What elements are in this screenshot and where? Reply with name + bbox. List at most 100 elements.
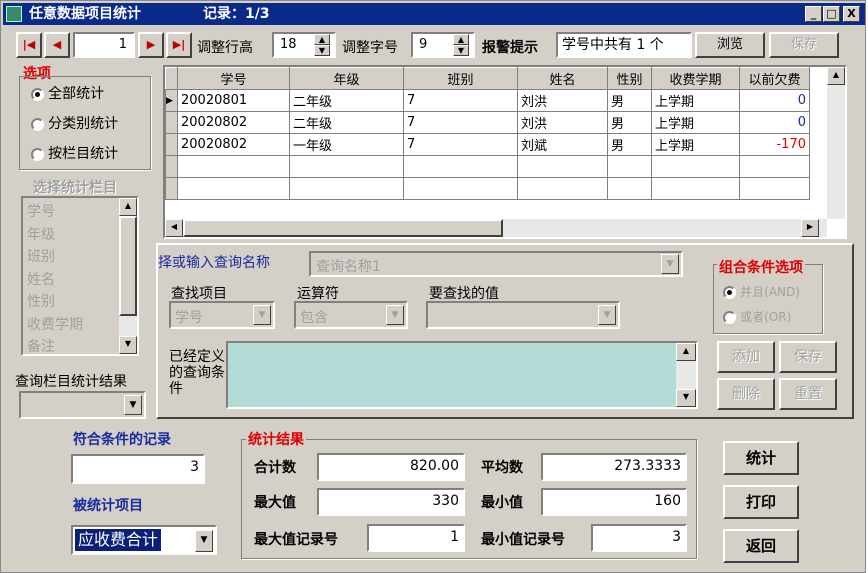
column-list-item[interactable]: 姓名: [27, 269, 83, 292]
grid-scroll-right-icon[interactable]: ▶: [801, 219, 819, 237]
column-header[interactable]: 年级: [289, 67, 404, 90]
record-number-input[interactable]: 1: [73, 32, 135, 58]
stat-button[interactable]: 统计: [723, 441, 799, 475]
find-item-chevron-down-icon[interactable]: ▼: [253, 305, 271, 325]
prev-record-button[interactable]: ◀: [44, 32, 70, 58]
conditions-scrollbar[interactable]: ▲ ▼: [676, 343, 696, 407]
table-row[interactable]: 20020802 二年级 7 刘洪男上学期 0: [165, 111, 810, 134]
table-cell[interactable]: 男: [607, 111, 652, 134]
data-grid[interactable]: 学号 年级 班别 姓名 性别 收费学期 以前欠费 ▶ 20020801 二年级 7 刘洪男上学期 0 2…: [163, 65, 847, 239]
font-size-down-icon[interactable]: ▼: [453, 45, 469, 56]
column-list-item[interactable]: 班别: [27, 246, 83, 269]
table-cell[interactable]: 7: [403, 111, 518, 134]
table-cell[interactable]: 二年级: [289, 89, 404, 112]
table-cell[interactable]: 男: [607, 133, 652, 156]
table-cell[interactable]: 一年级: [289, 133, 404, 156]
table-cell[interactable]: 刘洪: [517, 89, 608, 112]
defined-conditions-area[interactable]: ▲ ▼: [226, 341, 698, 409]
conditions-scroll-down-icon[interactable]: ▼: [676, 389, 696, 407]
scroll-up-icon[interactable]: ▲: [119, 198, 137, 216]
table-cell[interactable]: 20020802: [177, 111, 290, 134]
operator-chevron-down-icon[interactable]: ▼: [386, 305, 404, 325]
table-cell[interactable]: 7: [403, 89, 518, 112]
table-cell[interactable]: -170: [739, 133, 810, 156]
row-height-down-icon[interactable]: ▼: [314, 45, 330, 56]
row-height-label: 调整行高: [197, 40, 253, 56]
grid-scroll-left-icon[interactable]: ◀: [165, 219, 183, 237]
column-header[interactable]: 以前欠费: [739, 67, 810, 90]
table-cell[interactable]: 20020802: [177, 133, 290, 156]
column-list-item[interactable]: 收费学期: [27, 314, 83, 337]
empty-row[interactable]: [165, 177, 810, 200]
maximize-button[interactable]: □: [823, 6, 840, 22]
table-row[interactable]: 20020802 一年级 7 刘斌男上学期 -170: [165, 133, 810, 156]
grid-vscrollbar[interactable]: ▲: [827, 67, 845, 219]
first-record-button[interactable]: |◀: [16, 32, 42, 58]
browse-button[interactable]: 浏览: [695, 32, 765, 58]
minimize-button[interactable]: _: [805, 6, 822, 22]
column-list-item[interactable]: 备注: [27, 336, 83, 354]
table-cell[interactable]: 上学期: [651, 89, 740, 112]
font-size-up-icon[interactable]: ▲: [453, 34, 469, 45]
table-cell[interactable]: 二年级: [289, 111, 404, 134]
query-name-chevron-down-icon[interactable]: ▼: [661, 254, 679, 274]
stat-item-value: 应收费合计: [75, 529, 162, 551]
back-button[interactable]: 返回: [723, 529, 799, 563]
radio-or[interactable]: 或者(OR): [723, 308, 791, 325]
table-cell[interactable]: 7: [403, 133, 518, 156]
column-list-item[interactable]: 年级: [27, 224, 83, 247]
radio-and[interactable]: 并且(AND): [723, 283, 800, 300]
toolbar-save-button[interactable]: 保存: [769, 32, 839, 58]
radio-all-stats[interactable]: 全部统计: [31, 83, 104, 103]
column-list-item[interactable]: 学号: [27, 201, 83, 224]
table-cell[interactable]: 刘斌: [517, 133, 608, 156]
row-indicator[interactable]: ▶: [165, 89, 178, 112]
column-header[interactable]: 性别: [607, 67, 652, 90]
close-button[interactable]: X: [843, 6, 860, 22]
column-listbox[interactable]: 学号 年级 班别 姓名 性别 收费学期 备注 ▲ ▼: [21, 196, 139, 356]
row-indicator[interactable]: [165, 133, 178, 156]
column-header[interactable]: 班别: [403, 67, 518, 90]
table-cell[interactable]: 男: [607, 89, 652, 112]
row-height-up-icon[interactable]: ▲: [314, 34, 330, 45]
query-name-combo[interactable]: 查询名称1 ▼: [309, 251, 683, 277]
last-record-button[interactable]: ▶|: [166, 32, 192, 58]
column-header[interactable]: 学号: [177, 67, 290, 90]
table-cell[interactable]: 20020801: [177, 89, 290, 112]
radio-column-stats[interactable]: 按栏目统计: [31, 143, 118, 163]
print-button[interactable]: 打印: [723, 485, 799, 519]
reset-condition-button[interactable]: 重置: [779, 378, 837, 410]
column-list-scrollbar[interactable]: ▲ ▼: [119, 198, 137, 354]
stat-item-chevron-down-icon[interactable]: ▼: [195, 530, 213, 552]
stat-item-select[interactable]: 应收费合计 ▼: [71, 525, 217, 555]
operator-select[interactable]: 包含 ▼: [294, 301, 408, 329]
table-cell[interactable]: 0: [739, 89, 810, 112]
scroll-thumb[interactable]: [119, 216, 137, 316]
row-indicator[interactable]: [165, 111, 178, 134]
delete-condition-button[interactable]: 删除: [717, 378, 775, 410]
radio-category-stats[interactable]: 分类别统计: [31, 113, 118, 133]
scroll-down-icon[interactable]: ▼: [119, 336, 137, 354]
grid-scroll-up-icon[interactable]: ▲: [827, 67, 845, 85]
find-item-select[interactable]: 学号 ▼: [169, 301, 275, 329]
column-header[interactable]: 收费学期: [651, 67, 740, 90]
save-condition-button[interactable]: 保存: [779, 341, 837, 373]
table-cell[interactable]: 0: [739, 111, 810, 134]
value-select[interactable]: ▼: [426, 301, 620, 329]
table-cell[interactable]: 上学期: [651, 111, 740, 134]
empty-row[interactable]: [165, 155, 810, 178]
query-result-select[interactable]: ▼: [19, 391, 146, 419]
value-chevron-down-icon[interactable]: ▼: [598, 305, 616, 325]
next-record-button[interactable]: ▶: [138, 32, 164, 58]
grid-hscrollbar[interactable]: ◀ ▶: [165, 219, 827, 237]
table-cell[interactable]: 刘洪: [517, 111, 608, 134]
column-header[interactable]: 姓名: [517, 67, 608, 90]
conditions-scroll-up-icon[interactable]: ▲: [676, 343, 696, 361]
table-cell[interactable]: 上学期: [651, 133, 740, 156]
table-row[interactable]: ▶ 20020801 二年级 7 刘洪男上学期 0: [165, 89, 810, 112]
chevron-down-icon[interactable]: ▼: [124, 395, 142, 415]
column-list-item[interactable]: 性别: [27, 291, 83, 314]
grid-hscroll-thumb[interactable]: [183, 219, 503, 237]
defined-conditions-label: 已经定义的查询条件: [169, 349, 225, 397]
add-condition-button[interactable]: 添加: [717, 341, 775, 373]
